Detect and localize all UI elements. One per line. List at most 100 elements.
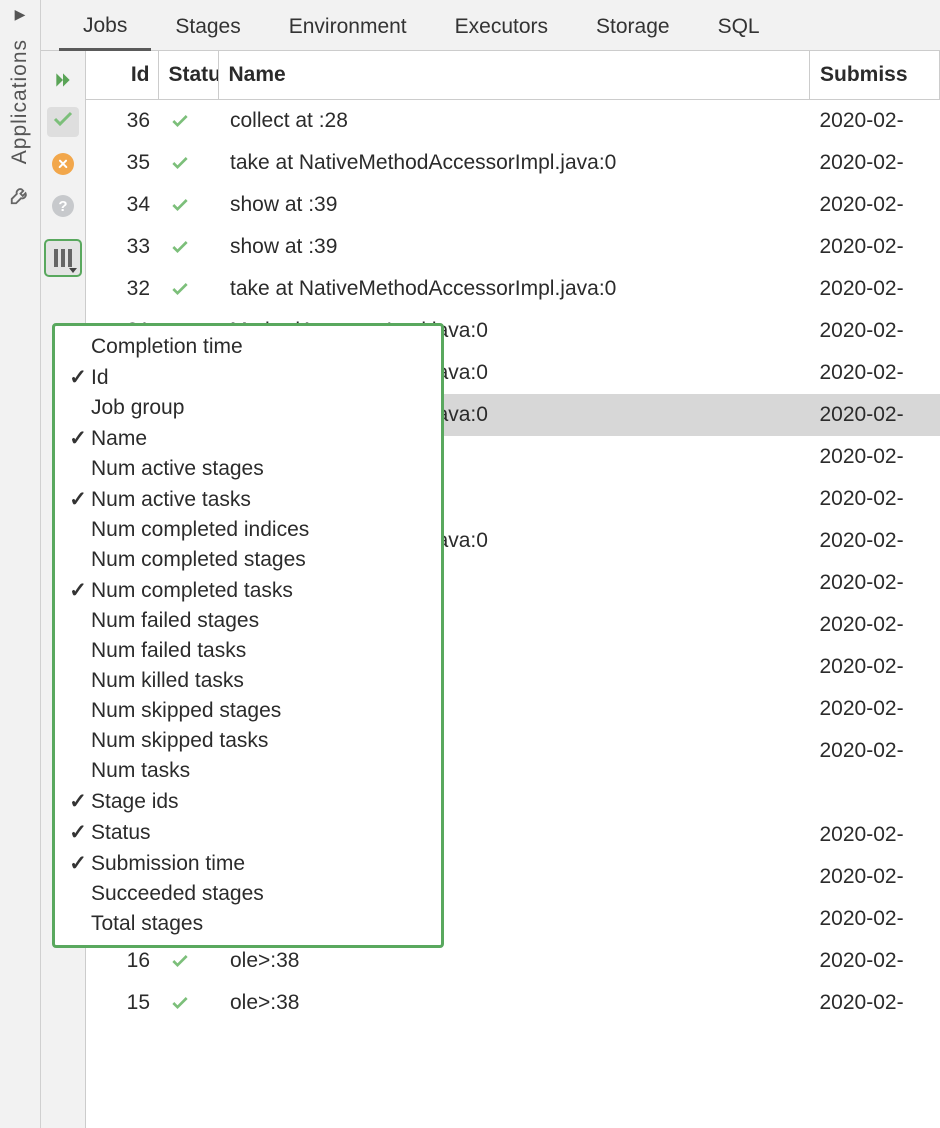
column-chooser-menu[interactable]: Completion time✓IdJob group✓NameNum acti… (52, 323, 444, 948)
column-menu-item[interactable]: Total stages (55, 909, 441, 939)
column-header-submission[interactable]: Submiss (810, 51, 940, 100)
wrench-icon[interactable] (9, 184, 31, 212)
circle-question-icon: ? (52, 195, 74, 217)
column-menu-item[interactable]: Num completed indices (55, 515, 441, 545)
column-chooser-button[interactable] (44, 239, 82, 277)
column-menu-item[interactable]: Num completed stages (55, 545, 441, 575)
column-menu-item[interactable]: Num failed tasks (55, 636, 441, 666)
filter-unknown-button[interactable]: ? (47, 191, 79, 221)
column-menu-item[interactable]: ✓Submission time (55, 848, 441, 879)
column-menu-label: Num completed tasks (91, 579, 429, 603)
column-menu-item[interactable]: Num failed stages (55, 606, 441, 636)
check-icon: ✓ (65, 426, 91, 451)
column-menu-label: Num completed stages (91, 548, 429, 572)
column-menu-label: Num failed tasks (91, 639, 429, 663)
cell-submission: 2020-02- (810, 394, 940, 436)
cell-submission: 2020-02- (810, 142, 940, 184)
column-menu-item[interactable]: Num active stages (55, 454, 441, 484)
column-menu-item[interactable]: ✓Stage ids (55, 786, 441, 817)
column-menu-item[interactable]: Num skipped stages (55, 696, 441, 726)
cell-name: take at NativeMethodAccessorImpl.java:0 (218, 142, 810, 184)
column-menu-item[interactable]: ✓Num completed tasks (55, 575, 441, 606)
applications-label[interactable]: Applications (8, 33, 32, 170)
cell-id: 34 (86, 184, 158, 226)
column-menu-label: Num active tasks (91, 488, 429, 512)
tab-bar: JobsStagesEnvironmentExecutorsStorageSQL (41, 0, 940, 51)
cell-name: show at :39 (218, 226, 810, 268)
cell-name: take at NativeMethodAccessorImpl.java:0 (218, 268, 810, 310)
column-menu-label: Completion time (91, 335, 429, 359)
table-row[interactable]: 15ole>:382020-02- (86, 982, 940, 1024)
check-icon: ✓ (65, 578, 91, 603)
column-menu-item[interactable]: Num skipped tasks (55, 726, 441, 756)
chevron-down-icon (69, 268, 77, 273)
column-menu-item[interactable]: ✓Num active tasks (55, 484, 441, 515)
column-menu-label: Num active stages (91, 457, 429, 481)
column-menu-item[interactable]: ✓Name (55, 423, 441, 454)
cell-name: show at :39 (218, 184, 810, 226)
filter-succeeded-button[interactable] (47, 107, 79, 137)
cell-submission: 2020-02- (810, 898, 940, 940)
check-icon: ✓ (65, 851, 91, 876)
column-menu-label: Name (91, 427, 429, 451)
column-menu-item[interactable]: Succeeded stages (55, 879, 441, 909)
cell-submission: 2020-02- (810, 520, 940, 562)
table-row[interactable]: 34show at :392020-02- (86, 184, 940, 226)
column-menu-item[interactable]: ✓Id (55, 362, 441, 393)
cell-submission: 2020-02- (810, 688, 940, 730)
check-icon (168, 151, 192, 174)
filter-failed-button[interactable] (47, 149, 79, 179)
check-icon (168, 109, 192, 132)
column-menu-item[interactable]: ✓Status (55, 817, 441, 848)
column-menu-item[interactable]: Num killed tasks (55, 666, 441, 696)
columns-icon (54, 249, 72, 267)
check-icon: ✓ (65, 789, 91, 814)
tab-environment[interactable]: Environment (265, 7, 431, 49)
column-header-name[interactable]: Name (218, 51, 810, 100)
column-menu-label: Submission time (91, 852, 429, 876)
run-all-icon[interactable] (47, 65, 79, 95)
column-menu-label: Status (91, 821, 429, 845)
cell-status (158, 226, 218, 268)
cell-submission: 2020-02- (810, 940, 940, 982)
column-menu-label: Num skipped stages (91, 699, 429, 723)
tab-sql[interactable]: SQL (694, 7, 784, 49)
cell-id: 36 (86, 100, 158, 143)
table-row[interactable]: 33show at :392020-02- (86, 226, 940, 268)
tab-executors[interactable]: Executors (431, 7, 572, 49)
check-icon (168, 991, 192, 1014)
cell-status (158, 184, 218, 226)
tab-storage[interactable]: Storage (572, 7, 694, 49)
cell-submission: 2020-02- (810, 310, 940, 352)
check-icon (168, 235, 192, 258)
column-menu-label: Num failed stages (91, 609, 429, 633)
column-header-status[interactable]: Status (158, 51, 218, 100)
check-icon (168, 277, 192, 300)
column-menu-item[interactable]: Job group (55, 393, 441, 423)
cell-submission: 2020-02- (810, 562, 940, 604)
check-icon (168, 949, 192, 972)
collapse-arrow-icon[interactable]: ▶ (15, 6, 26, 23)
cell-status (158, 142, 218, 184)
table-row[interactable]: 35take at NativeMethodAccessorImpl.java:… (86, 142, 940, 184)
column-header-id[interactable]: Id (86, 51, 158, 100)
cell-submission: 2020-02- (810, 226, 940, 268)
table-row[interactable]: 36collect at :282020-02- (86, 100, 940, 143)
cell-id: 15 (86, 982, 158, 1024)
check-icon (168, 193, 192, 216)
cell-submission: 2020-02- (810, 604, 940, 646)
cell-submission: 2020-02- (810, 352, 940, 394)
tab-jobs[interactable]: Jobs (59, 6, 151, 51)
cell-submission: 2020-02- (810, 856, 940, 898)
circle-x-icon (52, 153, 74, 175)
check-icon: ✓ (65, 820, 91, 845)
table-row[interactable]: 32take at NativeMethodAccessorImpl.java:… (86, 268, 940, 310)
cell-submission: 2020-02- (810, 268, 940, 310)
column-menu-item[interactable]: Num tasks (55, 756, 441, 786)
cell-submission: 2020-02- (810, 982, 940, 1024)
cell-status (158, 982, 218, 1024)
column-menu-label: Id (91, 366, 429, 390)
check-icon: ✓ (65, 487, 91, 512)
tab-stages[interactable]: Stages (151, 7, 264, 49)
column-menu-item[interactable]: Completion time (55, 332, 441, 362)
